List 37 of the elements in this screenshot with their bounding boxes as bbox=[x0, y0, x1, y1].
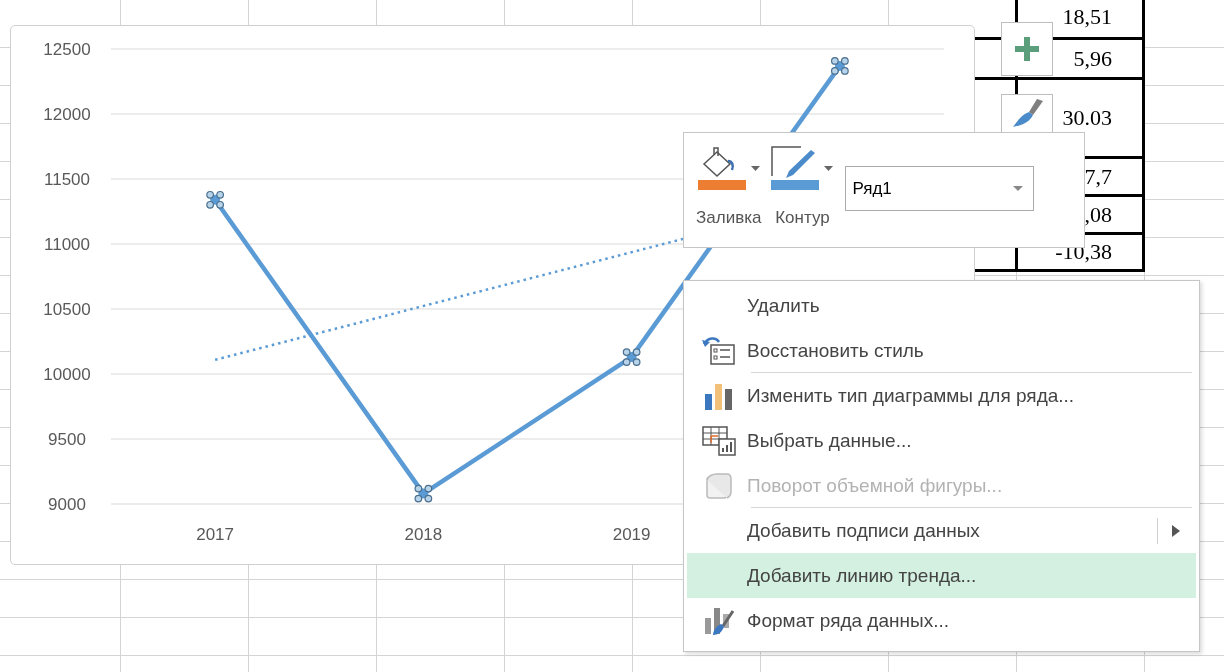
cell-value: 18,51 bbox=[1062, 4, 1112, 30]
data-point-marker[interactable] bbox=[206, 190, 225, 209]
cube-icon bbox=[705, 471, 733, 500]
axis-label: 11500 bbox=[44, 170, 90, 189]
data-point-marker[interactable] bbox=[622, 348, 641, 366]
axis-label: 2019 bbox=[612, 525, 651, 544]
bar-chart-icon bbox=[703, 381, 735, 410]
fill-button[interactable]: Заливка bbox=[694, 143, 764, 228]
axis-label: 2018 bbox=[404, 525, 443, 544]
cell-value: 5,96 bbox=[1073, 45, 1112, 72]
cell-value: ,08 bbox=[1084, 201, 1112, 228]
cell-value: 7,7 bbox=[1084, 163, 1112, 190]
cell-value: 30.03 bbox=[1062, 105, 1112, 131]
caret-icon bbox=[750, 166, 760, 171]
plus-icon bbox=[1013, 35, 1041, 63]
format-series-icon bbox=[703, 605, 735, 636]
submenu-arrow-icon bbox=[1172, 524, 1180, 537]
axis-label: 9500 bbox=[48, 430, 86, 449]
caret-icon bbox=[1013, 186, 1024, 191]
axis-label: 10500 bbox=[43, 300, 91, 319]
axis-label: 12500 bbox=[43, 40, 91, 59]
series-dropdown[interactable]: Ряд1 bbox=[845, 166, 1035, 211]
outline-button[interactable]: Контур bbox=[769, 143, 836, 228]
restore-style-icon bbox=[702, 335, 736, 366]
table-chart-icon bbox=[702, 425, 736, 456]
axis-label: 9000 bbox=[48, 495, 86, 514]
axis-label: 2017 bbox=[196, 525, 235, 544]
caret-icon bbox=[824, 166, 834, 171]
menu-item[interactable]: Добавить линию тренда... bbox=[687, 553, 1196, 598]
axis-label: 12000 bbox=[43, 105, 91, 124]
axis-label: 11000 bbox=[44, 235, 90, 254]
chart-styles-button[interactable] bbox=[1001, 94, 1053, 132]
menu-item[interactable]: Формат ряда данных... bbox=[687, 598, 1196, 643]
add-element-button[interactable] bbox=[1001, 22, 1053, 76]
axis-label: 10000 bbox=[43, 365, 91, 384]
data-point-marker[interactable] bbox=[831, 57, 849, 75]
data-point-marker[interactable] bbox=[414, 484, 433, 503]
